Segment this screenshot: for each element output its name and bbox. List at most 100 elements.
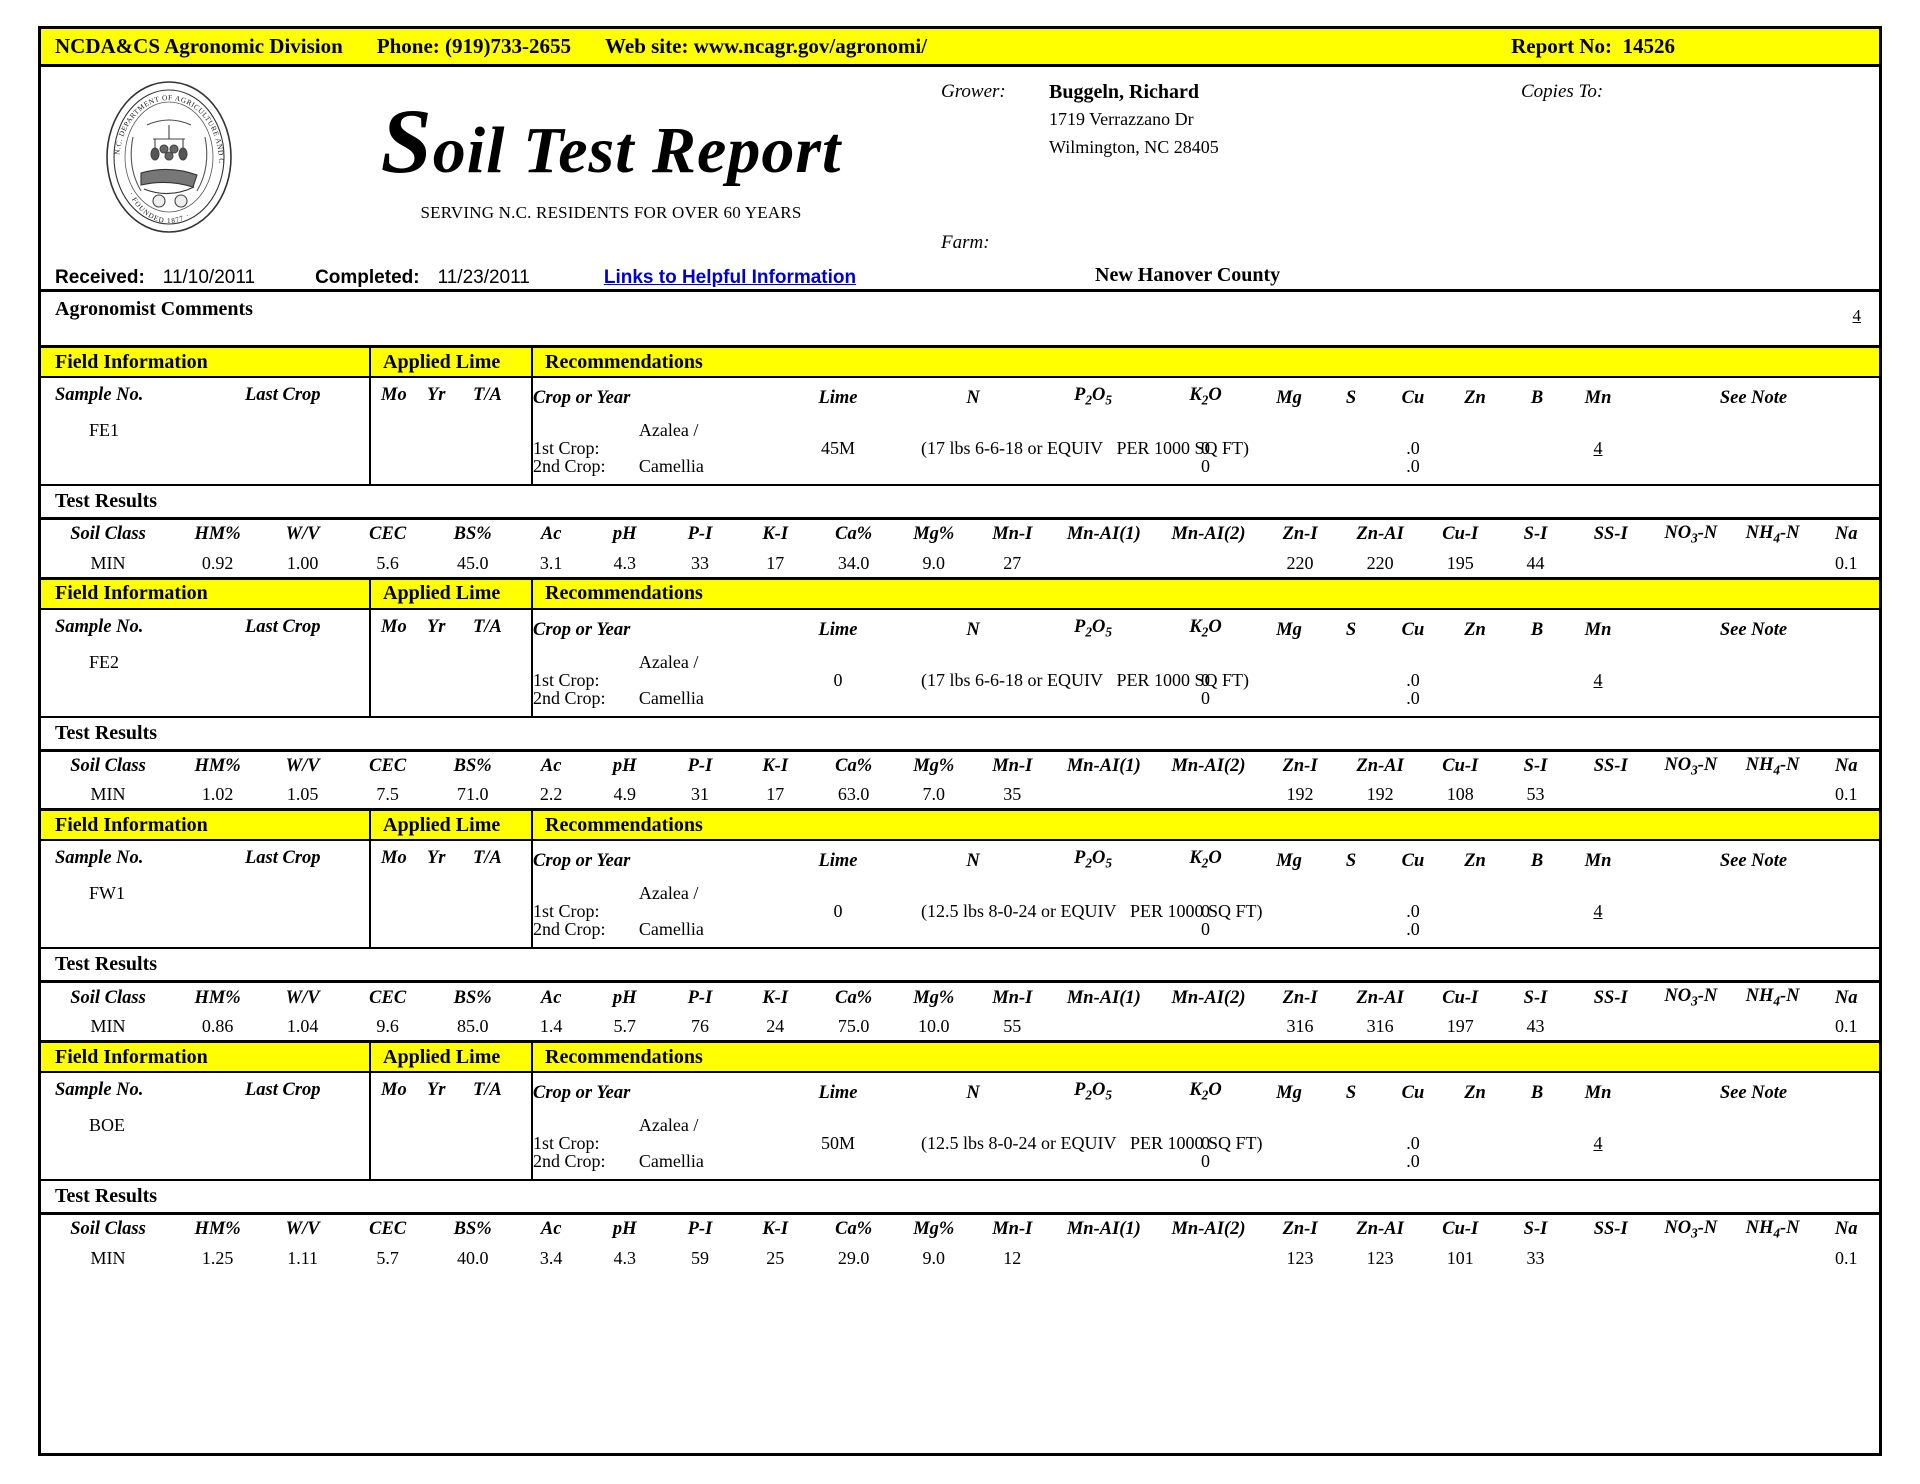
test-value-zn-i: 123 — [1286, 1247, 1314, 1268]
test-value-ss-i — [1571, 781, 1649, 808]
recommendations-column: Crop or Year Lime N P2O5 K2O Mg S Cu Zn … — [533, 610, 1879, 716]
applied-lime-values — [371, 875, 531, 911]
test-value-mg: 9.0 — [922, 552, 946, 573]
test-header-mn-ai-1: Mn-AI(1) — [1066, 987, 1141, 1008]
header-cu: Cu — [1401, 387, 1425, 408]
header-crop-or-year: Crop or Year — [533, 851, 631, 872]
test-value-ca: 75.0 — [837, 1016, 870, 1037]
header-p2o5: P2O5 — [1074, 616, 1112, 640]
test-header-nh4-n: NH4-N — [1745, 754, 1800, 778]
second-crop-cell: 2nd Crop: — [533, 680, 763, 716]
first-crop-see-note[interactable]: 4 — [1568, 430, 1628, 466]
first-crop-lime: 0 — [833, 669, 843, 690]
title-dropcap: S — [380, 90, 433, 192]
test-results-title: Test Results — [41, 1181, 1879, 1216]
helpful-information-link[interactable]: Links to Helpful Information — [604, 267, 856, 289]
applied-lime-blank-2 — [427, 1143, 473, 1179]
grower-name: Buggeln, Richard — [1049, 81, 1200, 103]
header-lime: Lime — [818, 851, 858, 872]
test-header-cec: CEC — [369, 756, 407, 777]
header-s: S — [1345, 1082, 1357, 1103]
applied-lime-blank-3 — [473, 680, 525, 716]
value-last-crop — [245, 1107, 369, 1143]
test-header-soil-class: Soil Class — [70, 1219, 146, 1240]
test-value-s-i: 44 — [1526, 552, 1545, 573]
test-value-cu-i: 197 — [1446, 1016, 1474, 1037]
header-ta: T/A — [473, 385, 502, 405]
header-k2o: K2O — [1189, 1080, 1222, 1103]
first-crop-see-note[interactable]: 4 — [1568, 893, 1628, 929]
agency-website: Web site: www.ncagr.gov/agronomi/ — [605, 34, 928, 58]
second-crop-label: 2nd Crop: — [533, 456, 606, 476]
test-header-mn-ai-1: Mn-AI(1) — [1066, 524, 1141, 545]
test-value-cu-i: 101 — [1446, 1247, 1474, 1268]
test-header-mn-i: Mn-I — [992, 1219, 1033, 1240]
value-mo — [381, 412, 427, 448]
header-cu: Cu — [1401, 1082, 1425, 1103]
grower-label-spacer-2 — [941, 134, 1049, 160]
test-header-k-i: K-I — [762, 756, 789, 777]
test-value-zn-i: 192 — [1286, 784, 1314, 805]
report-frame: NCDA&CS Agronomic Division Phone: (919)7… — [38, 26, 1882, 1456]
test-header-ac: Ac — [540, 1219, 562, 1240]
applied-lime-values-2 — [371, 1143, 531, 1179]
test-value-ss-i — [1571, 1013, 1649, 1040]
test-header-cec: CEC — [369, 987, 407, 1008]
test-value-no3-n — [1650, 1245, 1732, 1272]
header-lime: Lime — [818, 1082, 858, 1103]
test-header-mg: Mg% — [913, 987, 955, 1008]
sample-block: Field Information Applied Lime Recommend… — [41, 345, 1879, 577]
header-n: N — [966, 851, 980, 872]
test-header-mn-i: Mn-I — [992, 756, 1033, 777]
applied-lime-column: Mo Yr T/A — [371, 841, 533, 948]
header-last-crop: Last Crop — [245, 385, 321, 405]
grower-address-line-1: 1719 Verrazzano Dr — [1049, 109, 1194, 129]
header-mn: Mn — [1584, 1082, 1612, 1103]
first-crop-see-note[interactable]: 4 — [1568, 662, 1628, 698]
test-header-p-i: P-I — [687, 524, 713, 545]
report-number-value: 14526 — [1622, 34, 1676, 58]
test-results-table: Soil Class HM% W/V CEC BS% Ac pH P-I K-I Ca% Mg% Mn… — [41, 1215, 1879, 1272]
test-value-p-i: 59 — [690, 1247, 709, 1268]
applied-lime-headers: Mo Yr T/A — [371, 610, 531, 644]
test-value-mn-ai-1 — [1052, 1013, 1157, 1040]
applied-lime-headers: Mo Yr T/A — [371, 378, 531, 412]
grower-address2-row: Wilmington, NC 28405 — [941, 134, 1461, 160]
test-header-w-v: W/V — [285, 756, 320, 777]
field-info-headers: Sample No. Last Crop — [41, 378, 369, 412]
header-crop-or-year: Crop or Year — [533, 1082, 631, 1103]
samples-container: Field Information Applied Lime Recommend… — [41, 345, 1879, 1272]
grower-label: Grower: — [941, 81, 1006, 102]
test-value-s-i: 33 — [1526, 1247, 1545, 1268]
value-sample-no: FW1 — [89, 883, 125, 904]
test-header-p-i: P-I — [687, 756, 713, 777]
recommendations-headers: Crop or Year Lime N P2O5 K2O Mg S Cu Zn … — [533, 610, 1879, 644]
header-yr: Yr — [427, 616, 446, 637]
test-results-table: Soil Class HM% W/V CEC BS% Ac pH P-I K-I Ca% Mg% Mn… — [41, 983, 1879, 1040]
test-value-soil-class: MIN — [90, 784, 126, 805]
test-results-header-row: Soil Class HM% W/V CEC BS% Ac pH P-I K-I Ca% Mg% Mn… — [41, 520, 1879, 550]
test-value-bs: 45.0 — [456, 552, 489, 573]
first-crop-see-note[interactable]: 4 — [1568, 1125, 1628, 1161]
test-results-value-row: MIN 1.02 1.05 7.5 71.0 2.2 4.9 31 17 63.0 7.0 35 19… — [41, 781, 1879, 808]
test-value-k-i: 17 — [766, 784, 785, 805]
field-info-headers: Sample No. Last Crop — [41, 1073, 369, 1107]
test-header-ph: pH — [612, 756, 637, 777]
applied-lime-headers: Mo Yr T/A — [371, 1073, 531, 1107]
recommendations-column: Crop or Year Lime N P2O5 K2O Mg S Cu Zn … — [533, 841, 1879, 947]
field-info-headers: Sample No. Last Crop — [41, 841, 369, 875]
field-information-row: Sample No. Last Crop FE1 Mo Yr T/A Crop … — [41, 378, 1879, 486]
test-value-nh4-n — [1732, 1245, 1814, 1272]
test-value-mn-i: 27 — [1003, 552, 1022, 573]
agronomist-comments-note-ref[interactable]: 4 — [1853, 306, 1862, 326]
test-header-ss-i: SS-I — [1593, 524, 1628, 545]
first-crop-fertilizer: (17 lbs 6-6-18 or EQUIV PER 1000 SQ FT) — [921, 438, 1249, 458]
value-last-crop — [245, 412, 369, 448]
test-header-mg: Mg% — [913, 756, 955, 777]
test-value-na: 0.1 — [1834, 784, 1858, 805]
header-zn: Zn — [1464, 619, 1486, 640]
test-header-zn-i: Zn-I — [1282, 1219, 1318, 1240]
value-last-crop — [245, 644, 369, 680]
header-zn: Zn — [1464, 1082, 1486, 1103]
band-field-information: Field Information — [41, 811, 371, 840]
